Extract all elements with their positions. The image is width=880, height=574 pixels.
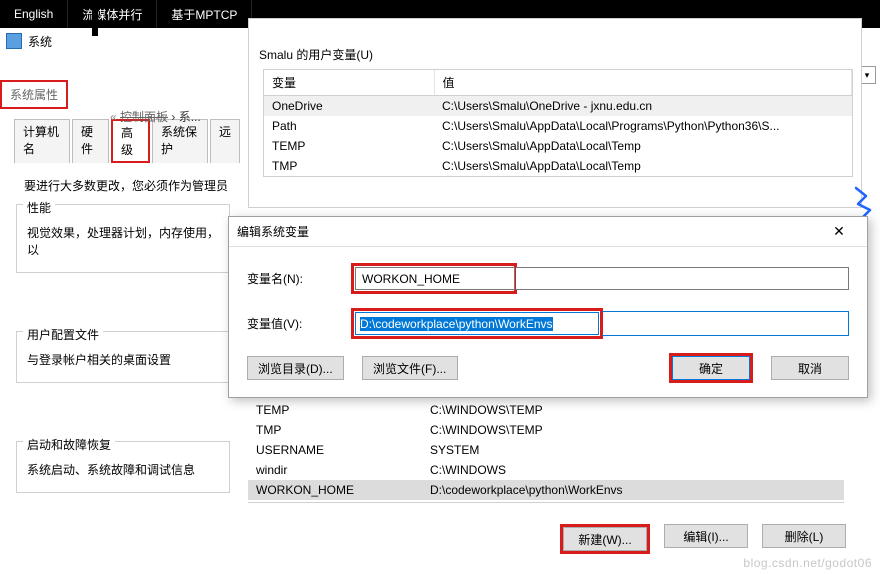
col-value[interactable]: 值 bbox=[434, 70, 852, 96]
browse-file-button[interactable]: 浏览文件(F)... bbox=[362, 356, 458, 380]
performance-group: 性能 视觉效果，处理器计划，内存使用，以 bbox=[16, 204, 230, 273]
system-variables-buttons: 新建(W)... 编辑(I)... 删除(L) bbox=[560, 524, 846, 554]
table-row[interactable]: USERNAMESYSTEM bbox=[248, 440, 844, 460]
tab-label: English bbox=[14, 7, 53, 21]
system-properties-panel: « 控制面板 › 系... 系统属性 计算机名 硬件 高级 系统保护 远 要进行… bbox=[0, 54, 240, 493]
edit-var-button[interactable]: 编辑(I)... bbox=[664, 524, 748, 548]
user-profiles-group: 用户配置文件 与登录帐户相关的桌面设置 bbox=[16, 331, 230, 383]
table-row[interactable]: TMPC:\Users\Smalu\AppData\Local\Temp bbox=[264, 156, 852, 176]
var-name-label: 变量名(N): bbox=[247, 270, 351, 287]
selected-value-text: D:\codeworkplace\python\WorkEnvs bbox=[360, 317, 553, 331]
var-name-input[interactable] bbox=[355, 267, 515, 290]
group-legend: 用户配置文件 bbox=[23, 326, 103, 343]
dialog-title: 编辑系统变量 bbox=[237, 223, 309, 240]
explorer-titlebar: 系统 bbox=[0, 28, 240, 54]
new-var-button[interactable]: 新建(W)... bbox=[563, 527, 647, 551]
window-title: 系统 bbox=[28, 33, 52, 50]
table-row[interactable]: TMPC:\WINDOWS\TEMP bbox=[248, 420, 844, 440]
group-desc: 视觉效果，处理器计划，内存使用，以 bbox=[27, 224, 219, 258]
col-variable[interactable]: 变量 bbox=[264, 70, 434, 96]
var-value-input[interactable]: D:\codeworkplace\python\WorkEnvs bbox=[355, 312, 599, 335]
dialog-title: 系统属性 bbox=[0, 80, 68, 109]
table-row[interactable]: TEMPC:\WINDOWS\TEMP bbox=[248, 400, 844, 420]
tab-hardware[interactable]: 硬件 bbox=[72, 119, 109, 163]
browse-dir-button[interactable]: 浏览目录(D)... bbox=[247, 356, 344, 380]
table-row[interactable]: OneDriveC:\Users\Smalu\OneDrive - jxnu.e… bbox=[264, 96, 852, 117]
tab-computer-name[interactable]: 计算机名 bbox=[14, 119, 70, 163]
cancel-button[interactable]: 取消 bbox=[771, 356, 849, 380]
group-desc: 与登录帐户相关的桌面设置 bbox=[27, 351, 219, 368]
table-row[interactable]: windirC:\WINDOWS bbox=[248, 460, 844, 480]
edit-env-var-dialog: 编辑系统变量 ✕ 变量名(N): 变量值(V): D:\codeworkplac… bbox=[228, 216, 868, 398]
breadcrumb-item[interactable]: 系... bbox=[179, 110, 201, 124]
system-variables-table[interactable]: TEMPC:\WINDOWS\TEMP TMPC:\WINDOWS\TEMP U… bbox=[248, 400, 844, 503]
delete-var-button[interactable]: 删除(L) bbox=[762, 524, 846, 548]
var-name-input-ext[interactable] bbox=[516, 267, 849, 290]
close-icon: ✕ bbox=[833, 223, 845, 240]
browser-tab[interactable]: 基于MPTCP bbox=[157, 0, 252, 28]
breadcrumb-item[interactable]: 控制面板 bbox=[120, 110, 168, 124]
breadcrumb[interactable]: « 控制面板 › 系... bbox=[110, 108, 240, 126]
table-header-row: 变量 值 bbox=[264, 70, 852, 96]
dialog-titlebar: 编辑系统变量 ✕ bbox=[229, 217, 867, 247]
ok-button[interactable]: 确定 bbox=[672, 356, 750, 380]
computer-icon bbox=[6, 33, 22, 49]
table-row[interactable]: TEMPC:\Users\Smalu\AppData\Local\Temp bbox=[264, 136, 852, 156]
watermark: blog.csdn.net/godot06 bbox=[743, 556, 872, 570]
close-button[interactable]: ✕ bbox=[819, 218, 859, 246]
admin-note: 要进行大多数更改，您必须作为管理员 bbox=[24, 177, 240, 194]
startup-recovery-group: 启动和故障恢复 系统启动、系统故障和调试信息 bbox=[16, 441, 230, 493]
user-variables-table[interactable]: 变量 值 OneDriveC:\Users\Smalu\OneDrive - j… bbox=[263, 69, 853, 177]
tab-label: 基于MPTCP bbox=[171, 6, 237, 23]
var-value-label: 变量值(V): bbox=[247, 315, 351, 332]
user-variables-caption: Smalu 的用户变量(U) bbox=[259, 46, 373, 63]
var-value-input-ext[interactable] bbox=[602, 311, 849, 336]
group-desc: 系统启动、系统故障和调试信息 bbox=[27, 461, 219, 478]
user-variables-panel: Smalu 的用户变量(U) 变量 值 OneDriveC:\Users\Sma… bbox=[248, 18, 862, 208]
browser-tab[interactable]: 流媒体并行 bbox=[68, 0, 157, 28]
group-legend: 启动和故障恢复 bbox=[23, 436, 115, 453]
table-row[interactable]: PathC:\Users\Smalu\AppData\Local\Program… bbox=[264, 116, 852, 136]
table-row[interactable]: WORKON_HOMED:\codeworkplace\python\WorkE… bbox=[248, 480, 844, 500]
browser-tab[interactable]: English bbox=[0, 0, 68, 28]
group-legend: 性能 bbox=[23, 199, 55, 216]
